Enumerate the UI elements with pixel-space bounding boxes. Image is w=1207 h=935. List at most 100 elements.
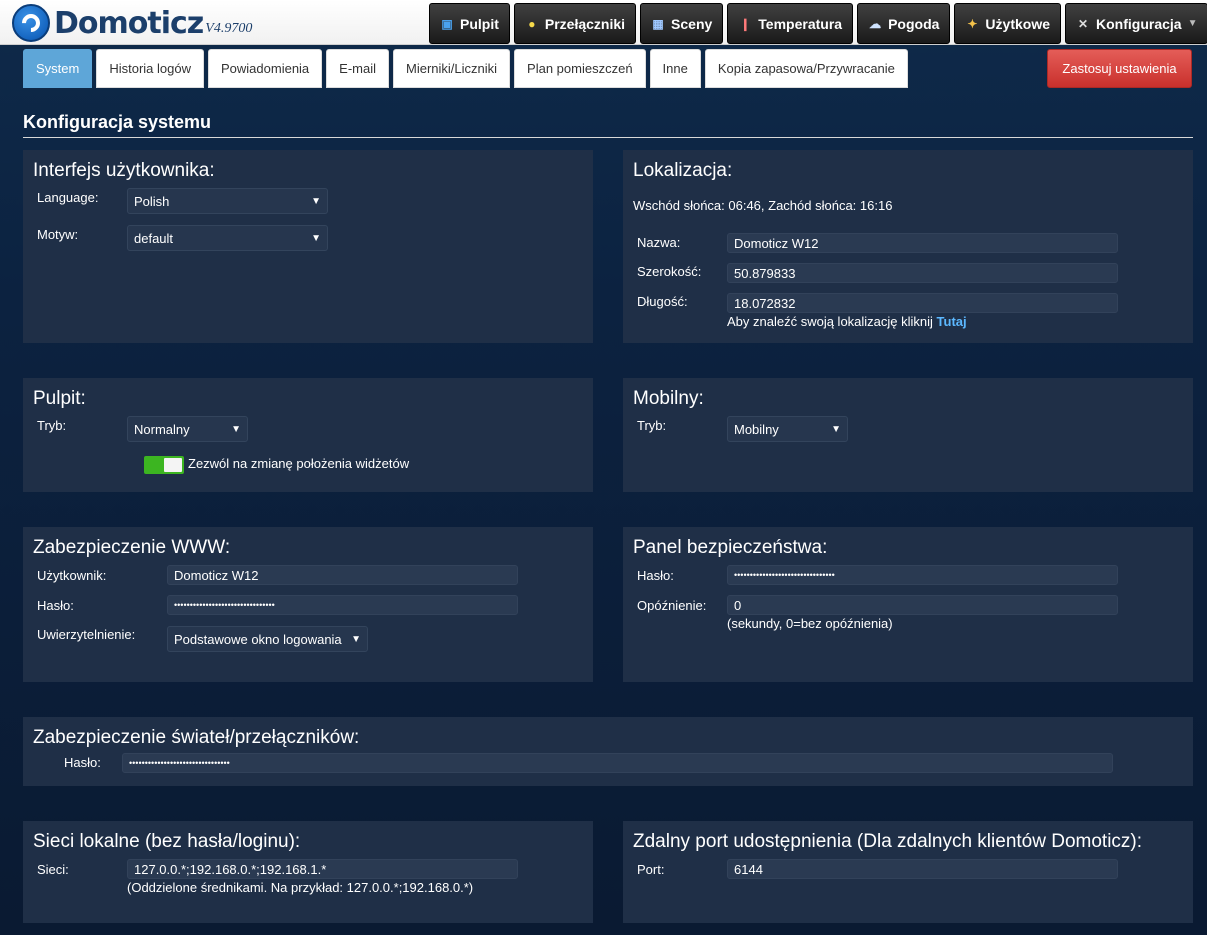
nav-pogoda[interactable]: ☁ Pogoda [857,3,951,44]
username-label: Użytkownik: [37,568,107,583]
tab-floorplan[interactable]: Plan pomieszczeń [514,49,646,88]
panel-title: Sieci lokalne (bez hasła/loginu): [33,831,301,852]
widget-reorder-toggle[interactable] [144,456,184,474]
bulb-icon: ● [528,16,536,31]
remote-port-panel: Zdalny port udostępnienia (Dla zdalnych … [623,821,1193,923]
networks-label: Sieci: [37,862,69,877]
panel-title: Interfejs użytkownika: [33,160,215,181]
theme-select[interactable]: default ▼ [127,225,328,251]
nav-label: Użytkowe [985,15,1050,32]
chevron-down-icon: ▼ [311,232,321,244]
location-hint: Aby znaleźć swoją lokalizację kliknij Tu… [727,314,967,329]
delay-input[interactable]: 0 [727,595,1118,615]
ui-panel: Interfejs użytkownika: Language: Polish ▼… [23,150,593,343]
dashboard-panel: Pulpit: Tryb: Normalny ▼ Zezwól na zmianę… [23,378,593,492]
local-networks-panel: Sieci lokalne (bez hasła/loginu): Sieci:… [23,821,593,923]
logo-text: Domoticz [54,5,204,41]
dashboard-mode-label: Tryb: [37,418,67,433]
nav-label: Temperatura [758,15,843,32]
language-value: Polish [134,193,170,209]
password-label: Hasło: [37,598,74,613]
longitude-label: Długość: [637,294,688,309]
mobile-panel: Mobilny: Tryb: Mobilny ▼ [623,378,1193,492]
top-bar: Domoticz V4.9700 ▣ Pulpit ● Przełączniki… [0,0,1207,45]
networks-note: (Oddzielone średnikami. Na przykład: 127… [127,880,474,895]
chevron-down-icon: ▼ [1187,18,1198,29]
port-input[interactable]: 6144 [727,859,1118,879]
panel-title: Pulpit: [33,388,86,409]
main-nav: ▣ Pulpit ● Przełączniki ▦ Sceny ❙ Temper… [429,3,1207,44]
tab-log-history[interactable]: Historia logów [96,49,204,88]
tab-meters[interactable]: Mierniki/Liczniki [393,49,511,88]
nav-label: Konfiguracja [1096,15,1182,32]
location-panel: Lokalizacja: Wschód słońca: 06:46, Zachó… [623,150,1193,343]
tab-system[interactable]: System [23,49,93,88]
nav-temperatura[interactable]: ❙ Temperatura [727,3,854,44]
settings-tabs: System Historia logów Powiadomienia E-ma… [23,49,908,88]
tab-email[interactable]: E-mail [326,49,390,88]
lights-password-input[interactable]: •••••••••••••••••••••••••••••••• [122,753,1113,773]
widget-reorder-label: Zezwól na zmianę położenia widżetów [188,456,410,471]
dashboard-icon: ▣ [441,16,453,31]
tab-other[interactable]: Inne [649,49,701,88]
chevron-down-icon: ▼ [351,633,361,645]
hint-text: Aby znaleźć swoją lokalizację kliknij [727,314,933,329]
app-version: V4.9700 [205,21,253,36]
panel-title: Mobilny: [633,388,704,409]
dashboard-mode-select[interactable]: Normalny ▼ [127,416,248,442]
find-location-link[interactable]: Tutaj [937,314,967,329]
app-logo[interactable]: Domoticz V4.9700 [12,4,252,42]
toggle-knob [164,458,182,472]
scene-icon: ▦ [652,16,664,31]
mobile-mode-select[interactable]: Mobilny ▼ [727,416,848,442]
latitude-input[interactable]: 50.879833 [727,263,1118,283]
www-security-panel: Zabezpieczenie WWW: Użytkownik: Domoticz… [23,527,593,682]
tools-icon: ✕ [1077,16,1089,31]
chevron-down-icon: ▼ [231,423,241,435]
lights-password-label: Hasło: [64,755,101,770]
theme-value: default [134,230,174,246]
language-label: Language: [37,190,99,205]
chevron-down-icon: ▼ [831,423,841,435]
name-label: Nazwa: [637,235,681,250]
weather-icon: ☁ [869,16,882,31]
panel-title: Zabezpieczenie WWW: [33,537,231,558]
nav-uzytkowe[interactable]: ✦ Użytkowe [954,3,1061,44]
port-label: Port: [637,862,665,877]
nav-label: Przełączniki [544,15,626,32]
auth-method-select[interactable]: Podstawowe okno logowania ▼ [167,626,368,652]
sun-times: Wschód słońca: 06:46, Zachód słońca: 16:… [633,198,893,213]
username-input[interactable]: Domoticz W12 [167,565,518,585]
security-panel: Panel bezpieczeństwa: Hasło: •••••••••••… [623,527,1193,682]
security-password-input[interactable]: •••••••••••••••••••••••••••••••• [727,565,1118,585]
auth-method-label: Uwierzytelnienie: [37,627,136,642]
networks-input[interactable]: 127.0.0.*;192.168.0.*;192.168.1.* [127,859,518,879]
lights-security-panel: Zabezpieczenie świateł/przełączników: Ha… [23,717,1193,786]
nav-label: Pulpit [460,15,499,32]
theme-label: Motyw: [37,227,79,242]
panel-title: Zabezpieczenie świateł/przełączników: [33,727,360,748]
nav-konfiguracja[interactable]: ✕ Konfiguracja ▼ [1065,3,1207,44]
thermometer-icon: ❙ [740,16,751,31]
domoticz-logo-icon [12,4,50,42]
title-divider [23,137,1193,138]
nav-pulpit[interactable]: ▣ Pulpit [429,3,510,44]
auth-method-value: Podstawowe okno logowania [174,631,342,647]
nav-label: Pogoda [888,15,940,32]
apply-settings-button[interactable]: Zastosuj ustawienia [1047,49,1192,88]
latitude-label: Szerokość: [637,264,702,279]
panel-title: Lokalizacja: [633,160,733,181]
language-select[interactable]: Polish ▼ [127,188,328,214]
page-title: Konfiguracja systemu [23,112,212,132]
longitude-input[interactable]: 18.072832 [727,293,1118,313]
panel-title: Zdalny port udostępnienia (Dla zdalnych … [633,831,1143,852]
tab-notifications[interactable]: Powiadomienia [208,49,323,88]
utility-icon: ✦ [967,16,978,31]
nav-sceny[interactable]: ▦ Sceny [640,3,724,44]
password-input[interactable]: •••••••••••••••••••••••••••••••• [167,595,518,615]
nav-przelaczniki[interactable]: ● Przełączniki [513,3,637,44]
location-name-input[interactable]: Domoticz W12 [727,233,1118,253]
nav-label: Sceny [671,15,713,32]
tab-backup[interactable]: Kopia zapasowa/Przywracanie [704,49,908,88]
chevron-down-icon: ▼ [311,195,321,207]
